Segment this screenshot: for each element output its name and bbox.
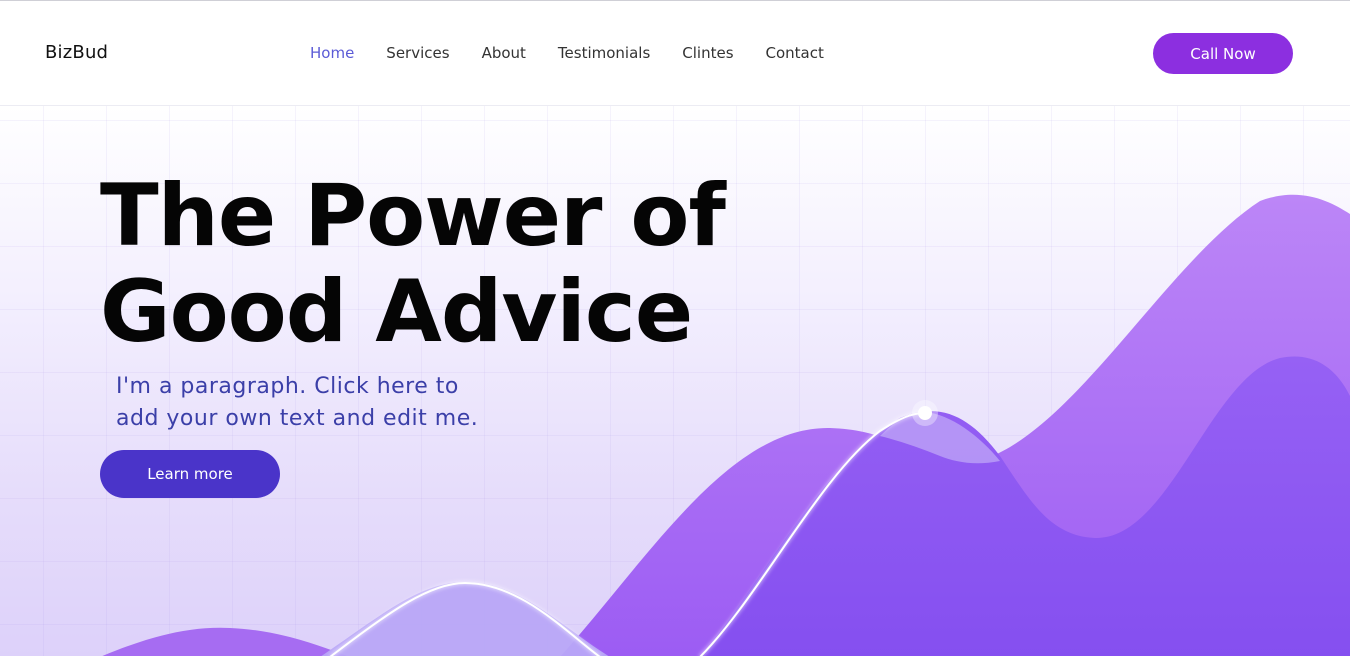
paragraph-line-2: add your own text and edit me. [116,406,479,431]
nav-home[interactable]: Home [310,44,354,62]
page: BizBud Home Services About Testimonials … [0,0,1350,656]
paragraph-line-1: I'm a paragraph. Click here to [116,374,459,399]
hero-section: The Power of Good Advice I'm a paragraph… [0,106,1350,656]
logo[interactable]: BizBud [45,42,108,63]
learn-more-button[interactable]: Learn more [100,450,280,498]
site-header: BizBud Home Services About Testimonials … [0,1,1350,106]
hero-paragraph: I'm a paragraph. Click here to add your … [116,371,536,435]
nav-clintes[interactable]: Clintes [682,44,733,62]
light-bump [321,582,609,656]
nav-services[interactable]: Services [386,44,449,62]
nav-about[interactable]: About [482,44,526,62]
left-hill [102,627,348,656]
call-now-button[interactable]: Call Now [1153,33,1293,74]
hero-headline: The Power of Good Advice [100,168,800,360]
main-nav: Home Services About Testimonials Clintes… [310,44,856,62]
chart-point [918,406,932,420]
nav-testimonials[interactable]: Testimonials [558,44,650,62]
nav-contact[interactable]: Contact [766,44,824,62]
headline-line-2: Good Advice [100,262,693,362]
headline-line-1: The Power of [100,166,726,266]
